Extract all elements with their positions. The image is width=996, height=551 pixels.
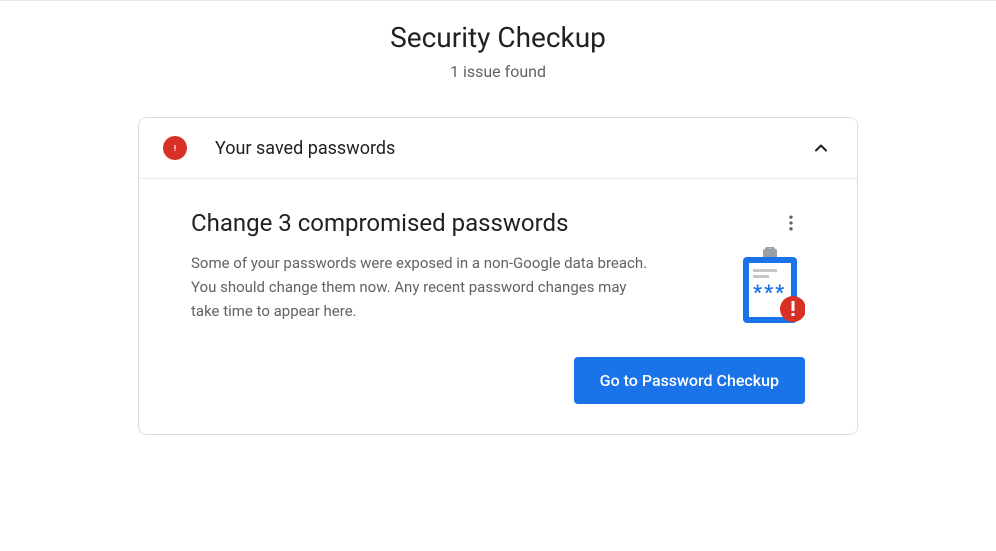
card-body-description: Some of your passwords were exposed in a…: [191, 251, 651, 323]
card-header-toggle[interactable]: Your saved passwords: [139, 118, 857, 179]
svg-text:***: ***: [753, 280, 786, 304]
page-subtitle: 1 issue found: [0, 62, 996, 81]
security-card: Your saved passwords Change 3 compromise…: [138, 117, 858, 435]
alert-icon: [163, 136, 187, 160]
card-header-title: Your saved passwords: [215, 138, 809, 159]
chevron-up-icon: [809, 136, 833, 160]
page-title: Security Checkup: [0, 21, 996, 54]
clipboard-password-icon: ***: [735, 247, 805, 327]
more-options-button[interactable]: [777, 209, 805, 237]
card-body-title: Change 3 compromised passwords: [191, 209, 715, 237]
card-body: Change 3 compromised passwords Some of y…: [139, 179, 857, 434]
go-to-password-checkup-button[interactable]: Go to Password Checkup: [574, 357, 805, 404]
